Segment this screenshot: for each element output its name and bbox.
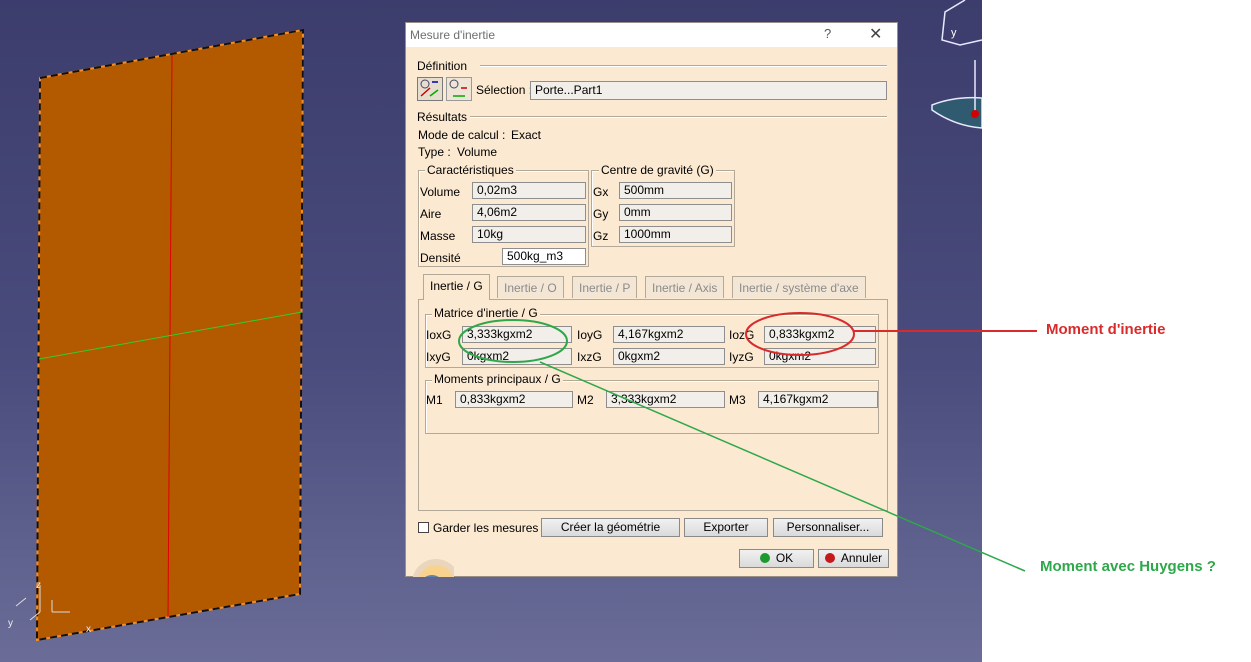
type-value: Volume xyxy=(457,145,498,159)
ixzg-label: IxzG xyxy=(577,350,602,364)
m2-label: M2 xyxy=(577,393,594,407)
compass-widget xyxy=(931,0,982,129)
mass-field[interactable]: 10kg xyxy=(472,226,586,243)
iozg-field[interactable]: 0,833kgxm2 xyxy=(764,326,876,343)
inertia-tab-panel: Matrice d'inertie / G IoxG 3,333kgxm2 Io… xyxy=(418,299,888,511)
compass-center-dot xyxy=(971,110,979,118)
mode-label: Mode de calcul : xyxy=(418,128,506,142)
results-heading: Résultats xyxy=(417,110,468,124)
inertia-dialog: Mesure d'inertie ? ✕ Définition Sélectio… xyxy=(405,22,898,577)
keep-measures-checkbox[interactable] xyxy=(418,522,429,533)
iyzg-label: IyzG xyxy=(729,350,754,364)
principal-moments-heading: Moments principaux / G xyxy=(432,372,563,386)
tab-inertia-axis[interactable]: Inertie / Axis xyxy=(645,276,725,298)
ok-label: OK xyxy=(775,551,794,565)
create-geometry-button[interactable]: Créer la géométrie xyxy=(541,518,680,537)
tab-inertia-g[interactable]: Inertie / G xyxy=(423,274,490,300)
mass-label: Masse xyxy=(420,229,456,243)
cancel-button[interactable]: Annuler xyxy=(818,549,889,568)
ixyg-label: IxyG xyxy=(426,350,451,364)
axis-x-label: x xyxy=(86,624,91,635)
divider xyxy=(480,65,887,67)
measure-item-icon[interactable] xyxy=(417,77,443,101)
gy-field[interactable]: 0mm xyxy=(619,204,732,221)
ok-button[interactable]: OK xyxy=(739,549,814,568)
divider xyxy=(470,116,887,118)
inertia-matrix-heading: Matrice d'inertie / G xyxy=(432,306,540,320)
m3-label: M3 xyxy=(729,393,746,407)
gz-label: Gz xyxy=(593,229,609,243)
characteristics-heading: Caractéristiques xyxy=(425,163,516,177)
iozg-label: IozG xyxy=(729,328,755,342)
dialog-title: Mesure d'inertie xyxy=(410,28,495,42)
dialog-titlebar[interactable]: Mesure d'inertie ? ✕ xyxy=(406,23,897,47)
gx-field[interactable]: 500mm xyxy=(619,182,732,199)
tab-inertia-o[interactable]: Inertie / O xyxy=(497,276,564,298)
definition-heading: Définition xyxy=(417,59,468,73)
ioyg-label: IoyG xyxy=(577,328,603,342)
selection-field[interactable]: Porte...Part1 xyxy=(530,81,887,100)
help-button[interactable]: ? xyxy=(824,26,831,41)
annotation-moment-huygens: Moment avec Huygens ? xyxy=(1040,558,1216,575)
ixzg-field[interactable]: 0kgxm2 xyxy=(613,348,725,365)
catia-logo-icon xyxy=(406,543,454,577)
gy-label: Gy xyxy=(593,207,609,221)
annotation-moment-inertia: Moment d'inertie xyxy=(1046,321,1166,338)
compass-y-label: y xyxy=(951,27,957,39)
volume-field[interactable]: 0,02m3 xyxy=(472,182,586,199)
axis-y-label: y xyxy=(8,618,13,629)
mode-value: Exact xyxy=(511,128,542,142)
measure-axis-icon[interactable] xyxy=(446,77,472,101)
area-label: Aire xyxy=(420,207,442,221)
ioyg-field[interactable]: 4,167kgxm2 xyxy=(613,326,725,343)
axis-z-label: z xyxy=(36,580,41,591)
density-label: Densité xyxy=(420,251,461,265)
volume-label: Volume xyxy=(420,185,461,199)
iyzg-field[interactable]: 0kgxm2 xyxy=(764,348,876,365)
selection-label: Sélection : xyxy=(476,83,533,97)
gz-field[interactable]: 1000mm xyxy=(619,226,732,243)
m1-label: M1 xyxy=(426,393,443,407)
customize-button[interactable]: Personnaliser... xyxy=(773,518,883,537)
type-label: Type : xyxy=(418,145,451,159)
m3-field[interactable]: 4,167kgxm2 xyxy=(758,391,878,408)
tab-inertia-p[interactable]: Inertie / P xyxy=(572,276,638,298)
gravity-center-heading: Centre de gravité (G) xyxy=(599,163,716,177)
ioxg-label: IoxG xyxy=(426,328,452,342)
keep-measures-label: Garder les mesures xyxy=(433,521,539,535)
export-button[interactable]: Exporter xyxy=(684,518,768,537)
cancel-icon xyxy=(824,553,835,563)
ixyg-field[interactable]: 0kgxm2 xyxy=(462,348,572,365)
m2-field[interactable]: 3,333kgxm2 xyxy=(606,391,725,408)
close-button[interactable]: ✕ xyxy=(869,24,882,44)
cancel-label: Annuler xyxy=(840,551,883,565)
m1-field[interactable]: 0,833kgxm2 xyxy=(455,391,573,408)
area-field[interactable]: 4,06m2 xyxy=(472,204,586,221)
ioxg-field[interactable]: 3,333kgxm2 xyxy=(462,326,572,343)
tab-inertia-axis-system[interactable]: Inertie / système d'axe xyxy=(732,276,866,298)
density-field[interactable]: 500kg_m3 xyxy=(502,248,586,265)
gx-label: Gx xyxy=(593,185,609,199)
ok-icon xyxy=(759,553,770,563)
